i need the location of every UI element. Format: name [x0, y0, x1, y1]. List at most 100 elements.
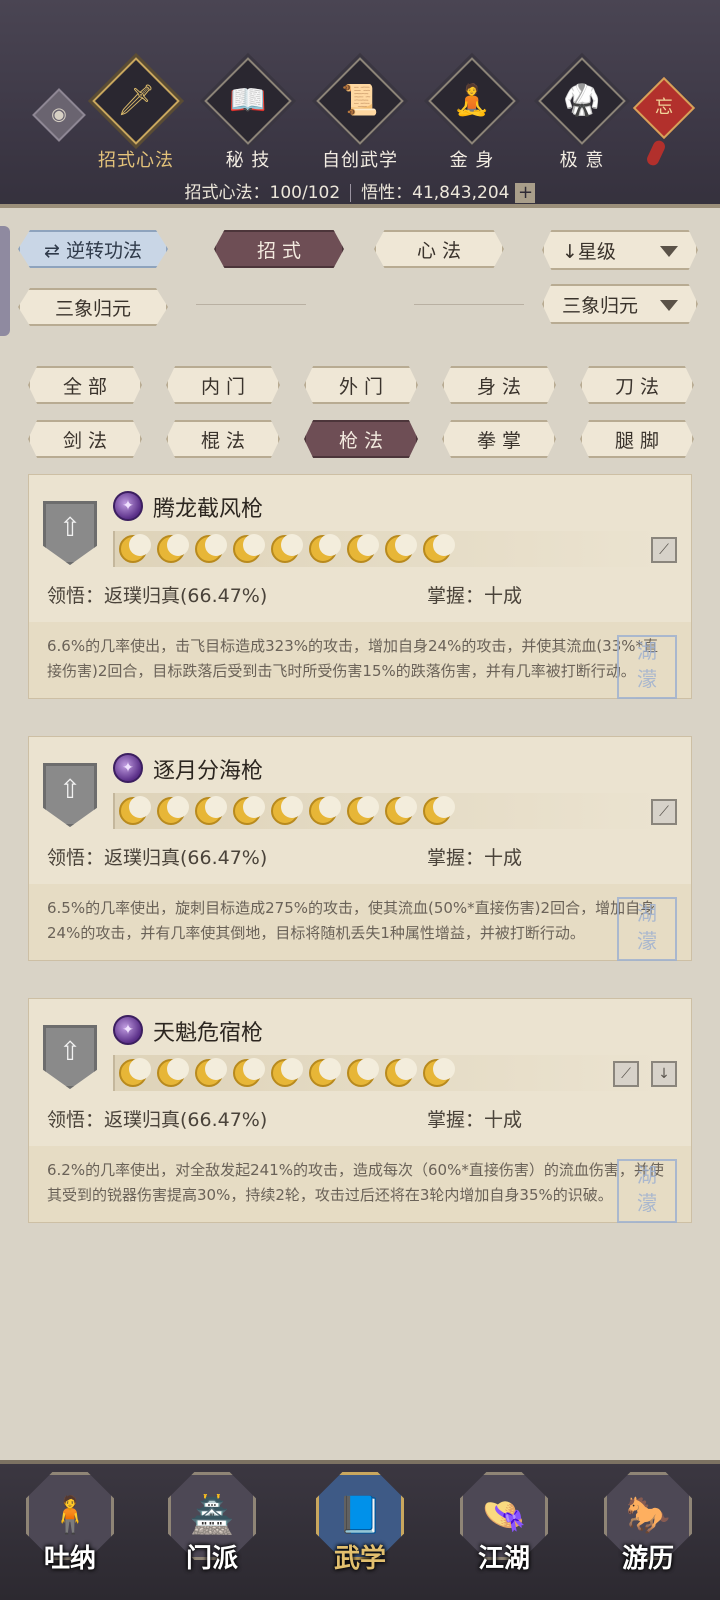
filter-outer-sect[interactable]: 外 门 — [304, 366, 418, 404]
book-icon: 📖 — [229, 83, 267, 118]
skill-description: 6.5%的几率使出，旋刺目标造成275%的攻击，使其流血(50%*直接伤害)2回… — [29, 884, 691, 960]
moon-star-icon — [347, 1058, 379, 1087]
charm-tassel — [645, 138, 667, 168]
comprehension-level: 领悟：返璞归真(66.47%) — [47, 1109, 268, 1131]
divider — [350, 184, 352, 202]
upgrade-shield-icon[interactable]: ⇧ — [43, 763, 97, 827]
tab-heart-methods[interactable]: 心 法 — [374, 230, 504, 268]
moon-star-icon — [119, 1058, 151, 1087]
side-drawer-handle[interactable] — [0, 226, 10, 336]
stats-bar: 招式心法：100/102 悟性：41,843,204 + — [0, 178, 720, 203]
moon-star-icon — [423, 534, 455, 563]
mastery-level: 掌握：十成 — [427, 1109, 523, 1131]
nav-jianghu[interactable]: 👒 江湖 — [456, 1472, 552, 1596]
mastery-level: 掌握：十成 — [427, 847, 523, 869]
tab-moves-heart[interactable]: 🗡 招式心法 — [88, 57, 184, 180]
tab-label: 极 意 — [559, 150, 605, 171]
skill-card[interactable]: ⇧ ✦ 逐月分海枪 ⟋ 领悟：返璞归真(66.47%) 掌握：十成 6.5%的几… — [28, 736, 692, 961]
sort-label: 星级 — [577, 241, 616, 263]
star-rating — [113, 531, 663, 567]
moon-star-icon — [119, 796, 151, 825]
skill-name: 腾龙截风枪 — [153, 497, 264, 522]
skill-card[interactable]: ⇧ ✦ 天魁危宿枪 ⟋ ↓ 领悟：返璞归真(66.47%) 掌握：十成 6.2%… — [28, 998, 692, 1223]
spear-orb-icon: ✦ — [113, 1015, 143, 1045]
moon-star-icon — [233, 1058, 265, 1087]
tab-golden-body[interactable]: 🧘 金 身 — [424, 57, 520, 180]
swap-icon: ⇄ — [44, 240, 60, 262]
moon-star-icon — [309, 1058, 341, 1087]
nav-breathing[interactable]: 🧍 吐纳 — [22, 1472, 118, 1596]
arrow-down-icon: ↓ — [562, 241, 578, 263]
moon-star-icon — [309, 534, 341, 563]
insight-value: 悟性：41,843,204 — [361, 183, 510, 203]
eye-icon[interactable]: ◉ — [32, 88, 86, 142]
moon-star-icon — [195, 796, 227, 825]
moon-star-icon — [195, 1058, 227, 1087]
blade-slash-icon[interactable]: ⟋ — [651, 799, 677, 825]
seal-stamp: 湖濛 — [617, 897, 677, 961]
nav-label: 江湖 — [477, 1544, 530, 1574]
add-insight-button[interactable]: + — [515, 183, 536, 203]
filter-spear[interactable]: 枪 法 — [304, 420, 418, 458]
martial-stance-icon: 🥋 — [563, 83, 601, 118]
tab-self-created[interactable]: 📜 自创武学 — [312, 57, 408, 180]
moon-star-icon — [271, 534, 303, 563]
scroll-icon: 📜 — [341, 83, 379, 118]
filter-leg[interactable]: 腿 脚 — [580, 420, 694, 458]
moon-star-icon — [385, 796, 417, 825]
moon-star-icon — [423, 1058, 455, 1087]
skill-card[interactable]: ⇧ ✦ 腾龙截风枪 ⟋ 领悟：返璞归真(66.47%) 掌握：十成 6.6%的几… — [28, 474, 692, 699]
reverse-technique-button[interactable]: ⇄ 逆转功法 — [18, 230, 168, 268]
sort-dropdown[interactable]: ↓星级 — [542, 230, 698, 270]
star-rating — [113, 1055, 663, 1091]
nav-label: 武学 — [333, 1544, 386, 1574]
mastery-level: 掌握：十成 — [427, 585, 523, 607]
moon-star-icon — [423, 796, 455, 825]
filter-movement[interactable]: 身 法 — [442, 366, 556, 404]
moon-star-icon — [195, 534, 227, 563]
tab-label: 金 身 — [449, 150, 495, 171]
upgrade-shield-icon[interactable]: ⇧ — [43, 501, 97, 565]
tab-ultimate[interactable]: 🥋 极 意 — [534, 57, 630, 180]
tab-secret-skills[interactable]: 📖 秘 技 — [200, 57, 296, 180]
top-header: ◉ 🗡 招式心法 📖 秘 技 📜 自创武学 🧘 金 身 🥋 极 意 忘 招式心法… — [0, 0, 720, 208]
filter-sword[interactable]: 剑 法 — [28, 420, 142, 458]
preset-button[interactable]: 三象归元 — [18, 288, 168, 326]
charm-icon[interactable]: 忘 — [632, 76, 696, 140]
sword-icon: 🗡 — [116, 83, 156, 118]
moon-star-icon — [233, 534, 265, 563]
divider — [196, 304, 306, 305]
star-rating — [113, 793, 663, 829]
tab-label: 秘 技 — [225, 150, 271, 171]
skill-name: 逐月分海枪 — [153, 759, 264, 784]
comprehension-level: 领悟：返璞归真(66.47%) — [47, 585, 268, 607]
filter-staff[interactable]: 棍 法 — [166, 420, 280, 458]
moon-star-icon — [157, 1058, 189, 1087]
moon-star-icon — [233, 796, 265, 825]
skill-name: 天魁危宿枪 — [153, 1021, 264, 1046]
reverse-label: 逆转功法 — [65, 240, 142, 262]
moves-count: 招式心法：100/102 — [184, 183, 341, 203]
filter-fist-palm[interactable]: 拳 掌 — [442, 420, 556, 458]
moon-star-icon — [271, 796, 303, 825]
nav-travel[interactable]: 🐎 游历 — [600, 1472, 696, 1596]
moon-star-icon — [157, 796, 189, 825]
filter-inner-sect[interactable]: 内 门 — [166, 366, 280, 404]
seal-stamp: 湖濛 — [617, 635, 677, 699]
filter-blade[interactable]: 刀 法 — [580, 366, 694, 404]
seal-stamp: 湖濛 — [617, 1159, 677, 1223]
sword-down-icon[interactable]: ↓ — [651, 1061, 677, 1087]
meditation-icon: 🧘 — [453, 83, 491, 118]
blade-slash-icon[interactable]: ⟋ — [613, 1061, 639, 1087]
chevron-down-icon — [660, 300, 678, 311]
tab-label: 自创武学 — [322, 150, 398, 171]
upgrade-shield-icon[interactable]: ⇧ — [43, 1025, 97, 1089]
filter-all[interactable]: 全 部 — [28, 366, 142, 404]
tab-moves[interactable]: 招 式 — [214, 230, 344, 268]
comprehension-level: 领悟：返璞归真(66.47%) — [47, 847, 268, 869]
nav-martial-arts[interactable]: 📘 武学 — [312, 1472, 408, 1596]
blade-slash-icon[interactable]: ⟋ — [651, 537, 677, 563]
moon-star-icon — [347, 796, 379, 825]
nav-sect[interactable]: 🏯 门派 — [164, 1472, 260, 1596]
preset-dropdown[interactable]: 三象归元 — [542, 284, 698, 324]
